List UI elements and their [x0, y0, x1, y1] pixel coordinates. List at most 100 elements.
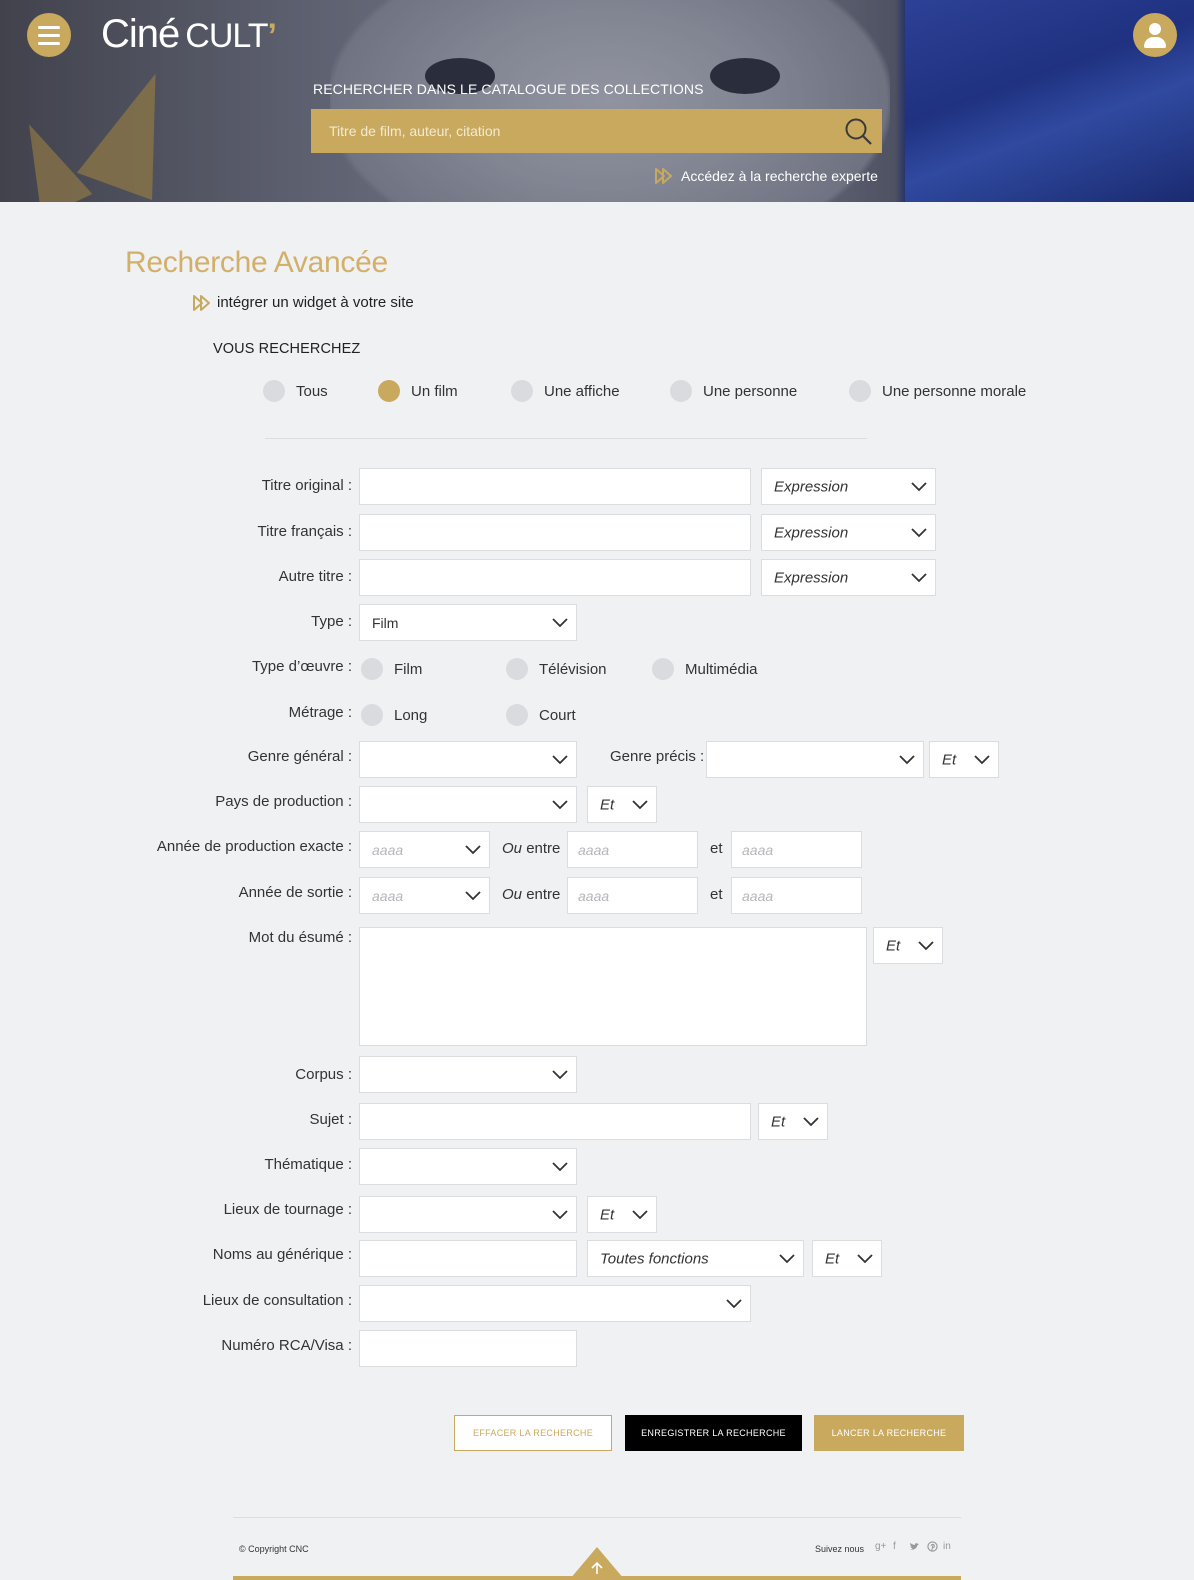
search-icon[interactable] [844, 117, 872, 145]
select-value: Expression [774, 478, 849, 495]
autre-titre-input[interactable] [360, 560, 750, 595]
lieux-consultation-select[interactable] [359, 1285, 751, 1322]
select-value: Et [600, 796, 615, 813]
select-value: Et [600, 1206, 615, 1223]
annee-production-from-box [567, 831, 698, 868]
radio-tous[interactable]: Tous [263, 380, 328, 402]
genre-precis-operator-select[interactable]: Et [929, 741, 999, 778]
radio-circle [361, 658, 383, 680]
save-search-button[interactable]: ENREGISTRER LA RECHERCHE [625, 1415, 802, 1451]
menu-icon [38, 41, 60, 45]
radio-un-film[interactable]: Un film [378, 380, 458, 402]
noms-generique-input[interactable] [360, 1241, 576, 1276]
run-search-button[interactable]: LANCER LA RECHERCHE [814, 1415, 964, 1451]
chevron-down-icon [911, 482, 927, 492]
label-genre-general: Genre général : [247, 748, 352, 765]
numero-rca-input[interactable] [360, 1331, 576, 1366]
annee-production-from-input[interactable] [568, 832, 697, 867]
logo-cult: CULT [185, 17, 268, 55]
linkedin-icon[interactable]: in [943, 1541, 951, 1552]
annee-sortie-select[interactable]: aaaa [359, 877, 490, 914]
label-autre-titre: Autre titre : [278, 568, 352, 585]
radio-label: Long [394, 706, 428, 724]
chevron-down-icon [632, 1210, 648, 1220]
radio-circle [670, 380, 692, 402]
chevron-down-icon [911, 573, 927, 583]
annee-sortie-to-input[interactable] [732, 878, 861, 913]
sujet-input[interactable] [360, 1104, 750, 1139]
ou-text: Ou [502, 886, 523, 903]
lieux-tournage-operator-select[interactable]: Et [587, 1196, 657, 1233]
numero-rca-input-box [359, 1330, 577, 1367]
google-plus-icon[interactable]: g+ [875, 1541, 886, 1552]
titre-francais-input[interactable] [360, 515, 750, 550]
autre-titre-mode-select[interactable]: Expression [761, 559, 936, 596]
menu-icon [38, 25, 60, 29]
pays-operator-select[interactable]: Et [587, 786, 657, 823]
radio-circle [506, 704, 528, 726]
twitter-icon[interactable] [909, 1541, 920, 1552]
search-input[interactable] [311, 109, 831, 153]
user-icon [1149, 23, 1161, 35]
thematique-select[interactable] [359, 1148, 577, 1185]
pinterest-icon[interactable] [927, 1541, 938, 1552]
genre-general-select[interactable] [359, 741, 577, 778]
label-genre-precis: Genre précis : [610, 748, 705, 765]
fonctions-select[interactable]: Toutes fonctions [587, 1240, 804, 1277]
lieux-tournage-select[interactable] [359, 1196, 577, 1233]
radio-circle [263, 380, 285, 402]
hamburger-menu-button[interactable] [27, 13, 71, 57]
radio-label: Court [539, 706, 576, 724]
titre-francais-mode-select[interactable]: Expression [761, 514, 936, 551]
annee-production-select[interactable]: aaaa [359, 831, 490, 868]
double-arrow-icon [655, 168, 673, 184]
titre-original-input[interactable] [360, 469, 750, 504]
arrow-up-icon[interactable] [589, 1560, 605, 1576]
site-logo[interactable]: Ciné CULT’ [101, 12, 277, 57]
widget-link[interactable]: intégrer un widget à votre site [193, 294, 414, 311]
mot-resume-operator-select[interactable]: Et [873, 927, 943, 964]
user-account-button[interactable] [1133, 13, 1177, 57]
radio-une-affiche[interactable]: Une affiche [511, 380, 620, 402]
mot-resume-textarea[interactable] [360, 928, 866, 1045]
label-annee-production: Année de production exacte : [156, 838, 352, 855]
follow-us-text: Suivez nous [815, 1544, 865, 1554]
menu-icon [38, 33, 60, 37]
label-sujet: Sujet : [309, 1111, 352, 1128]
radio-type-television[interactable]: Télévision [506, 658, 607, 680]
noms-generique-input-box [359, 1240, 577, 1277]
radio-type-multimedia[interactable]: Multimédia [652, 658, 758, 680]
select-value: Toutes fonctions [600, 1250, 709, 1267]
radio-une-personne-morale[interactable]: Une personne morale [849, 380, 1026, 402]
annee-sortie-from-input[interactable] [568, 878, 697, 913]
type-select[interactable]: Film [359, 604, 577, 641]
expert-search-link[interactable]: Accédez à la recherche experte [655, 168, 878, 184]
logo-cine: Ciné [101, 12, 180, 56]
clear-search-button[interactable]: EFFACER LA RECHERCHE [454, 1415, 612, 1451]
genre-precis-select[interactable] [706, 741, 924, 778]
pays-production-select[interactable] [359, 786, 577, 823]
label-type: Type : [311, 613, 352, 630]
radio-metrage-court[interactable]: Court [506, 704, 576, 726]
chevron-down-icon [911, 528, 927, 538]
select-placeholder: aaaa [372, 887, 404, 904]
sujet-operator-select[interactable]: Et [758, 1103, 828, 1140]
radio-une-personne[interactable]: Une personne [670, 380, 797, 402]
noms-generique-operator-select[interactable]: Et [812, 1240, 882, 1277]
radio-label: Un film [411, 382, 458, 400]
radio-type-film[interactable]: Film [361, 658, 422, 680]
titre-original-mode-select[interactable]: Expression [761, 468, 936, 505]
label-annee-sortie: Année de sortie : [238, 884, 352, 901]
label-noms-generique: Noms au générique : [212, 1246, 352, 1263]
user-icon-body [1144, 37, 1166, 48]
label-lieux-tournage: Lieux de tournage : [223, 1201, 352, 1218]
label-pays-production: Pays de production : [215, 793, 352, 810]
select-value: Expression [774, 569, 849, 586]
chevron-down-icon [552, 1070, 568, 1080]
facebook-icon[interactable]: f [893, 1541, 896, 1552]
chevron-down-icon [465, 845, 481, 855]
radio-metrage-long[interactable]: Long [361, 704, 427, 726]
annee-production-to-input[interactable] [732, 832, 861, 867]
corpus-select[interactable] [359, 1056, 577, 1093]
chevron-down-icon [552, 755, 568, 765]
